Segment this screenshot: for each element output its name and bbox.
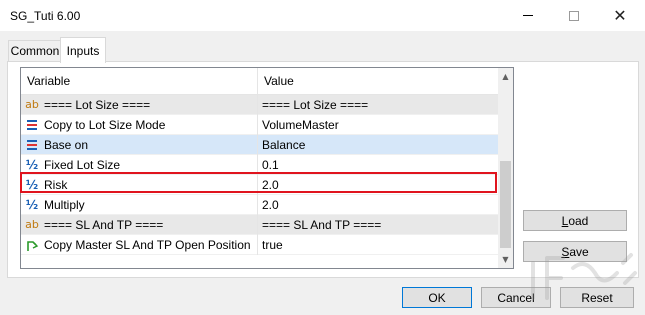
variable-cell: ab ==== SL And TP ==== bbox=[21, 215, 258, 235]
value-cell[interactable]: VolumeMaster bbox=[259, 115, 498, 135]
variable-name: ==== Lot Size ==== bbox=[44, 98, 151, 112]
variable-name: Base on bbox=[44, 138, 89, 152]
variable-name: Fixed Lot Size bbox=[44, 158, 121, 172]
text-icon: ab bbox=[25, 98, 39, 111]
grid-header: Variable Value bbox=[21, 68, 498, 95]
table-row[interactable]: ½ Multiply 2.0 bbox=[21, 195, 498, 215]
text-icon: ab bbox=[25, 218, 39, 231]
variable-name: ==== SL And TP ==== bbox=[44, 218, 164, 232]
value-cell[interactable]: 0.1 bbox=[259, 155, 498, 175]
minimize-icon bbox=[523, 15, 533, 16]
table-row[interactable]: ½ Fixed Lot Size 0.1 bbox=[21, 155, 498, 175]
tab-common[interactable]: Common bbox=[8, 40, 62, 61]
value-cell[interactable]: 2.0 bbox=[259, 195, 498, 215]
variable-cell: ½ Multiply bbox=[21, 195, 258, 215]
table-row[interactable]: ab ==== Lot Size ==== ==== Lot Size ==== bbox=[21, 95, 498, 115]
enum-icon bbox=[25, 118, 39, 132]
table-row[interactable]: ab ==== SL And TP ==== ==== SL And TP ==== bbox=[21, 215, 498, 235]
variable-name: Copy Master SL And TP Open Position bbox=[44, 238, 251, 252]
table-row[interactable]: ½ Risk 2.0 bbox=[21, 175, 498, 195]
table-row[interactable]: Copy to Lot Size Mode VolumeMaster bbox=[21, 115, 498, 135]
variable-cell: ½ Risk bbox=[21, 175, 258, 195]
variable-name: Risk bbox=[44, 178, 68, 192]
value-cell[interactable]: ==== SL And TP ==== bbox=[259, 215, 498, 235]
vertical-scrollbar[interactable]: ▲ ▼ bbox=[498, 68, 513, 268]
tab-inputs[interactable]: Inputs bbox=[60, 37, 106, 63]
table-row[interactable]: Base on Balance bbox=[21, 135, 498, 155]
minimize-button[interactable] bbox=[505, 0, 551, 31]
enum-icon bbox=[25, 138, 39, 152]
window-title: SG_Tuti 6.00 bbox=[10, 9, 81, 23]
watermark-logo-icon bbox=[531, 253, 637, 300]
grid-rows: ab ==== Lot Size ==== ==== Lot Size ==== Co… bbox=[21, 95, 498, 255]
value-cell[interactable]: Balance bbox=[259, 135, 498, 155]
fraction-icon: ½ bbox=[25, 158, 39, 172]
maximize-button[interactable] bbox=[551, 0, 597, 31]
value-cell[interactable]: true bbox=[259, 235, 498, 255]
variable-name: Copy to Lot Size Mode bbox=[44, 118, 166, 132]
table-row[interactable]: Copy Master SL And TP Open Position true bbox=[21, 235, 498, 255]
fraction-icon: ½ bbox=[25, 178, 39, 192]
column-header-variable[interactable]: Variable bbox=[21, 68, 258, 95]
value-cell[interactable]: 2.0 bbox=[259, 175, 498, 195]
title-bar: SG_Tuti 6.00 ✕ bbox=[0, 0, 645, 31]
variable-cell: ½ Fixed Lot Size bbox=[21, 155, 258, 175]
maximize-icon bbox=[569, 10, 579, 21]
close-button[interactable]: ✕ bbox=[597, 0, 643, 31]
ok-button[interactable]: OK bbox=[402, 287, 472, 308]
load-button[interactable]: Load bbox=[523, 210, 627, 231]
variable-cell: Copy Master SL And TP Open Position bbox=[21, 235, 258, 255]
fraction-icon: ½ bbox=[25, 198, 39, 212]
inputs-grid: Variable Value ab ==== Lot Size ==== ==== … bbox=[20, 67, 514, 269]
variable-cell: Base on bbox=[21, 135, 258, 155]
boolean-icon bbox=[25, 238, 39, 252]
variable-name: Multiply bbox=[44, 198, 85, 212]
variable-cell: ab ==== Lot Size ==== bbox=[21, 95, 258, 115]
scroll-up-arrow-icon[interactable]: ▲ bbox=[498, 68, 513, 85]
column-header-value[interactable]: Value bbox=[258, 68, 498, 95]
scroll-down-arrow-icon[interactable]: ▼ bbox=[498, 251, 513, 268]
variable-cell: Copy to Lot Size Mode bbox=[21, 115, 258, 135]
close-icon: ✕ bbox=[613, 5, 627, 25]
scrollbar-thumb[interactable] bbox=[500, 161, 511, 248]
value-cell[interactable]: ==== Lot Size ==== bbox=[259, 95, 498, 115]
